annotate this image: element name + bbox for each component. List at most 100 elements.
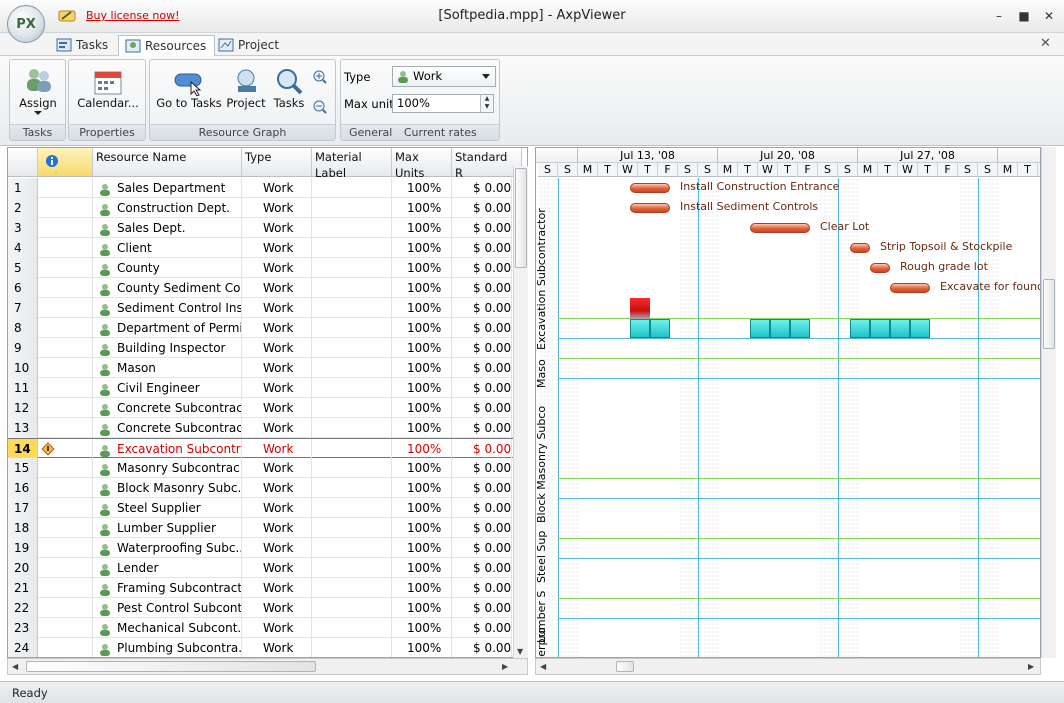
table-row[interactable]: 10 MasonWork 100%$ 0.00/ I: [8, 358, 527, 378]
row-number[interactable]: 24: [8, 638, 38, 657]
table-row[interactable]: 21 Framing Subcontract...Work 100%$ 0.00/ …: [8, 578, 527, 598]
allocation-bar[interactable]: [770, 319, 790, 338]
max-units-cell[interactable]: 100%: [392, 558, 452, 578]
resource-name-cell[interactable]: Waterproofing Subc...: [93, 538, 242, 558]
standard-rate-cell[interactable]: $ 0.00/ I: [452, 578, 512, 598]
type-cell[interactable]: Work: [242, 178, 312, 198]
table-row[interactable]: 18 Lumber SupplierWork 100%$ 0.00/ I: [8, 518, 527, 538]
standard-rate-cell[interactable]: $ 0.00/ I: [452, 238, 512, 258]
type-cell[interactable]: Work: [242, 338, 312, 358]
resource-name-cell[interactable]: Pest Control Subcont...: [93, 598, 242, 618]
allocation-bar[interactable]: [650, 319, 670, 338]
task-bar[interactable]: [870, 263, 890, 273]
tasks-graph-button[interactable]: Tasks: [270, 68, 308, 110]
material-label-cell[interactable]: [312, 178, 392, 198]
calendar-button[interactable]: Calendar...: [75, 68, 141, 110]
standard-rate-cell[interactable]: $ 0.00/ I: [452, 598, 512, 618]
material-label-cell[interactable]: [312, 238, 392, 258]
standard-rate-cell[interactable]: $ 0.00/ I: [452, 458, 512, 478]
resource-name-cell[interactable]: County: [93, 258, 242, 278]
allocation-bar[interactable]: [910, 319, 930, 338]
standard-rate-cell[interactable]: $ 0.00/ I: [452, 178, 512, 198]
material-label-cell[interactable]: [312, 518, 392, 538]
task-bar[interactable]: [630, 183, 670, 193]
close-button[interactable]: ✕: [1041, 8, 1057, 24]
standard-rate-cell[interactable]: $ 0.00/ I: [452, 318, 512, 338]
resource-name-cell[interactable]: Concrete Subcontrac...: [93, 418, 242, 438]
standard-rate-cell[interactable]: $ 0.00/ I: [452, 418, 512, 438]
table-row[interactable]: 17 Steel SupplierWork 100%$ 0.00/ I: [8, 498, 527, 518]
row-number[interactable]: 15: [8, 458, 38, 478]
row-number[interactable]: 8: [8, 318, 38, 338]
close-tab-icon[interactable]: ✕: [1040, 36, 1051, 51]
table-row[interactable]: 1 Sales DepartmentWork 100%$ 0.00/ I: [8, 178, 527, 198]
scroll-down-icon[interactable]: ▼: [517, 647, 523, 656]
task-bar[interactable]: [630, 203, 670, 213]
max-units-cell[interactable]: 100%: [392, 638, 452, 657]
row-number[interactable]: 1: [8, 178, 38, 198]
row-number[interactable]: 18: [8, 518, 38, 538]
allocation-bar[interactable]: [890, 319, 910, 338]
resource-name-cell[interactable]: Excavation Subcontr...: [93, 439, 242, 459]
row-number[interactable]: 10: [8, 358, 38, 378]
row-number[interactable]: 6: [8, 278, 38, 298]
material-label-cell[interactable]: [312, 218, 392, 238]
table-row[interactable]: 4 ClientWork 100%$ 0.00/ I: [8, 238, 527, 258]
resource-name-cell[interactable]: Lender: [93, 558, 242, 578]
tab-project[interactable]: Project: [212, 35, 287, 56]
standard-rate-cell[interactable]: $ 0.00/ I: [452, 638, 512, 657]
material-label-cell[interactable]: [312, 558, 392, 578]
material-label-cell[interactable]: [312, 338, 392, 358]
resource-name-cell[interactable]: Sales Department: [93, 178, 242, 198]
standard-rate-cell[interactable]: $ 0.00/ I: [452, 378, 512, 398]
resource-name-cell[interactable]: County Sediment Co...: [93, 278, 242, 298]
row-number[interactable]: 22: [8, 598, 38, 618]
minimize-button[interactable]: –: [991, 8, 1007, 24]
type-cell[interactable]: Work: [242, 478, 312, 498]
app-menu-button[interactable]: PX: [7, 5, 45, 43]
type-cell[interactable]: Work: [242, 278, 312, 298]
overallocation-bar[interactable]: [630, 298, 650, 319]
table-row[interactable]: 3 Sales Dept.Work 100%$ 0.00/ I: [8, 218, 527, 238]
standard-rate-cell[interactable]: $ 0.00/ I: [452, 398, 512, 418]
max-units-input[interactable]: 100%: [392, 94, 494, 113]
material-label-cell[interactable]: [312, 478, 392, 498]
table-row[interactable]: 19 Waterproofing Subc...Work 100%$ 0.00/ I: [8, 538, 527, 558]
max-units-cell[interactable]: 100%: [392, 278, 452, 298]
material-label-cell[interactable]: [312, 398, 392, 418]
type-cell[interactable]: Work: [242, 358, 312, 378]
zoom-in-icon[interactable]: [313, 70, 327, 87]
material-label-cell[interactable]: [312, 358, 392, 378]
material-label-cell[interactable]: [312, 198, 392, 218]
table-horizontal-scrollbar[interactable]: ◀ ▶: [7, 658, 528, 675]
table-row[interactable]: 16 Block Masonry Subc...Work 100%$ 0.00/ I: [8, 478, 527, 498]
tab-tasks[interactable]: Tasks: [50, 35, 116, 56]
standard-rate-cell[interactable]: $ 0.00/ I: [452, 518, 512, 538]
allocation-bar[interactable]: [850, 319, 870, 338]
max-units-cell[interactable]: 100%: [392, 398, 452, 418]
type-cell[interactable]: Work: [242, 439, 312, 459]
row-number[interactable]: 2: [8, 198, 38, 218]
gantt-horizontal-scrollbar[interactable]: ◀ ▶: [535, 658, 1041, 675]
scroll-right-icon[interactable]: ▶: [502, 662, 508, 671]
zoom-out-icon[interactable]: [313, 100, 327, 117]
row-number[interactable]: 14: [8, 439, 38, 459]
material-label-cell[interactable]: [312, 618, 392, 638]
material-label-cell[interactable]: [312, 278, 392, 298]
material-label-cell[interactable]: [312, 258, 392, 278]
resource-name-cell[interactable]: Framing Subcontract...: [93, 578, 242, 598]
resource-name-cell[interactable]: Client: [93, 238, 242, 258]
scroll-left-icon[interactable]: ◀: [540, 662, 546, 671]
allocation-bar[interactable]: [870, 319, 890, 338]
table-row[interactable]: 12 Concrete Subcontrac...Work 100%$ 0.00/ …: [8, 398, 527, 418]
table-row[interactable]: 6 County Sediment Co...Work 100%$ 0.00/ I: [8, 278, 527, 298]
go-to-tasks-button[interactable]: Go to Tasks: [156, 68, 222, 110]
material-label-cell[interactable]: [312, 318, 392, 338]
type-cell[interactable]: Work: [242, 538, 312, 558]
resource-name-cell[interactable]: Sales Dept.: [93, 218, 242, 238]
material-label-cell[interactable]: [312, 578, 392, 598]
scroll-thumb[interactable]: [515, 168, 527, 268]
standard-rate-header[interactable]: Standard R: [452, 148, 522, 180]
task-bar[interactable]: [890, 283, 930, 293]
allocation-bar[interactable]: [630, 319, 650, 338]
